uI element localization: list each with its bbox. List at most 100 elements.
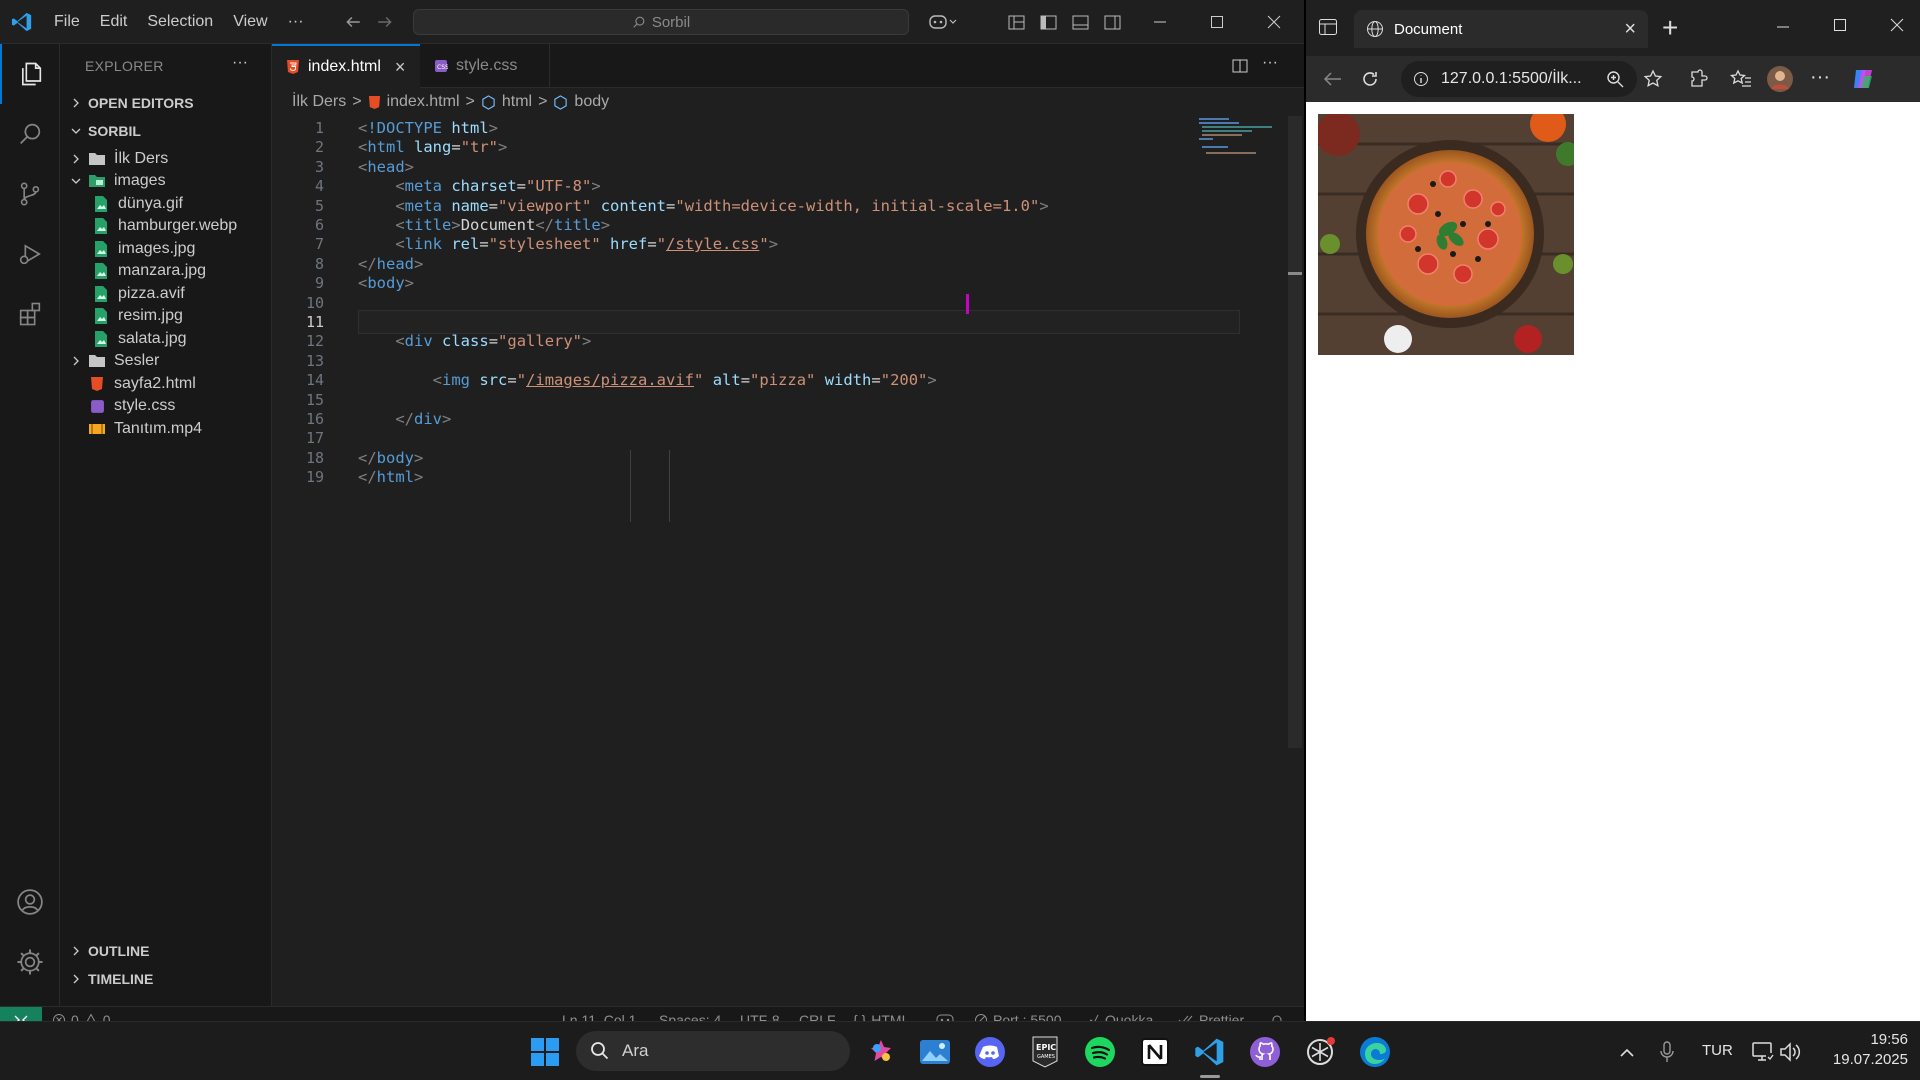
extensions-icon[interactable] (0, 284, 60, 344)
breadcrumb-symbol-html[interactable]: html (502, 93, 532, 111)
volume-icon[interactable] (1772, 1033, 1810, 1071)
command-center-search[interactable]: Sorbil (413, 9, 909, 35)
zoom-in-icon[interactable] (1606, 70, 1624, 88)
address-bar[interactable]: 127.0.0.1:5500/İlk... (1401, 61, 1637, 97)
menu-selection[interactable]: Selection (137, 0, 223, 44)
extensions-puzzle-icon[interactable] (1688, 69, 1708, 89)
start-windows-icon[interactable] (526, 1033, 564, 1071)
browser-tab-close-icon[interactable]: × (1624, 18, 1636, 41)
code-token: > (591, 177, 601, 196)
nav-forward-icon[interactable] (375, 12, 395, 32)
copilot-sidebar-icon[interactable] (1850, 66, 1876, 92)
breadcrumb-symbol-body[interactable]: body (574, 93, 609, 111)
discord-icon[interactable] (971, 1033, 1009, 1071)
live-server-port[interactable]: Port : 5500 (974, 1007, 1062, 1021)
line-number: 15 (305, 390, 324, 409)
code-token: > (600, 216, 611, 234)
timeline-section[interactable]: TIMELINE (60, 965, 272, 992)
language-mode[interactable]: { } HTML (853, 1007, 909, 1021)
profile-avatar[interactable] (1766, 65, 1794, 93)
notion-icon[interactable] (1136, 1033, 1174, 1071)
browser-maximize-icon[interactable] (1833, 18, 1847, 32)
copilot-icon[interactable] (925, 12, 961, 32)
epic-games-icon[interactable]: EPIC GAMES (1026, 1033, 1064, 1071)
prettier-status[interactable]: Prettier (1178, 1007, 1244, 1021)
editor-more-icon[interactable]: ··· (1262, 54, 1278, 72)
menu-view[interactable]: View (223, 0, 277, 44)
github-desktop-icon[interactable] (1246, 1033, 1284, 1071)
encoding[interactable]: UTF-8 (740, 1007, 780, 1021)
edge-icon[interactable] (1356, 1033, 1394, 1071)
open-editors-section[interactable]: OPEN EDITORS (60, 89, 272, 116)
indent-guide (630, 450, 631, 522)
split-editor-icon[interactable] (1232, 58, 1248, 74)
chatgpt-icon[interactable] (1301, 1033, 1339, 1071)
minimize-icon[interactable] (1150, 12, 1170, 32)
code-token: div (404, 332, 433, 351)
code-token: name (451, 196, 489, 215)
vscode-taskbar-icon[interactable] (1191, 1033, 1229, 1071)
workspace-root-section[interactable]: SORBIL (60, 117, 272, 144)
toggle-panel-icon[interactable] (1070, 12, 1090, 32)
microphone-icon[interactable] (1648, 1033, 1686, 1071)
run-debug-icon[interactable] (0, 224, 60, 284)
code-text: <meta charset="UTF-8"> (358, 177, 601, 196)
tab-style-css[interactable]: CSS style.css (420, 44, 550, 88)
search-view-icon[interactable] (0, 104, 60, 164)
show-hidden-icons-icon[interactable] (1608, 1033, 1646, 1071)
taskbar-search[interactable]: Ara (576, 1031, 850, 1071)
tab-close-icon[interactable]: × (395, 57, 406, 78)
clock[interactable]: 19:56 19.07.2025 (1812, 1030, 1908, 1070)
close-window-icon[interactable] (1264, 12, 1284, 32)
remote-indicator[interactable] (0, 1007, 42, 1021)
indentation[interactable]: Spaces: 4 (659, 1007, 721, 1021)
code-token: < (358, 157, 368, 176)
breadcrumb-file[interactable]: index.html (387, 93, 460, 111)
back-arrow-icon[interactable] (1322, 70, 1342, 88)
tree-item-label: dünya.gif (118, 194, 183, 212)
nav-back-icon[interactable] (343, 12, 363, 32)
customize-layout-icon[interactable] (1006, 12, 1026, 32)
keyboard-language[interactable]: TUR (1702, 1042, 1733, 1059)
editor-scrollbar[interactable] (1288, 116, 1302, 748)
browser-close-icon[interactable] (1890, 18, 1904, 32)
favorites-list-icon[interactable] (1730, 69, 1752, 89)
browser-menu-icon[interactable]: ··· (1810, 66, 1830, 89)
quokka-status[interactable]: Quokka (1086, 1007, 1153, 1021)
tab-actions-icon[interactable] (1318, 18, 1338, 36)
notifications-bell-icon[interactable] (1270, 1007, 1284, 1021)
code-token: = (488, 196, 499, 215)
copilot-status-icon[interactable] (936, 1007, 954, 1021)
refresh-icon[interactable] (1360, 69, 1380, 89)
browser-tab-document[interactable]: Document × (1354, 10, 1648, 48)
source-control-icon[interactable] (0, 164, 60, 224)
new-tab-button[interactable]: + (1662, 12, 1678, 44)
menu-more[interactable]: ··· (278, 0, 314, 44)
widgets-icon[interactable] (862, 1033, 900, 1071)
minimap[interactable] (1196, 116, 1286, 176)
breadcrumb-separator: > (538, 93, 548, 110)
breadcrumb-folder[interactable]: İlk Ders (292, 93, 346, 111)
accounts-icon[interactable] (0, 872, 60, 932)
photos-icon[interactable] (916, 1033, 954, 1071)
cursor-position[interactable]: Ln 11, Col 1 (562, 1007, 636, 1021)
problems-indicator[interactable]: 0 0 (52, 1007, 111, 1021)
spotify-icon[interactable] (1081, 1033, 1119, 1071)
browser-minimize-icon[interactable] (1776, 20, 1790, 34)
maximize-icon[interactable] (1207, 12, 1227, 32)
explorer-icon[interactable] (0, 44, 60, 104)
tree-item[interactable]: Tanıtım.mp4 (60, 415, 272, 442)
explorer-more-button[interactable]: ··· (232, 54, 248, 72)
menu-file[interactable]: File (44, 0, 90, 44)
code-token: "viewport" (498, 196, 592, 215)
toggle-sidebar-icon[interactable] (1038, 12, 1058, 32)
line-endings[interactable]: CRLF (799, 1007, 836, 1021)
menu-edit[interactable]: Edit (90, 0, 138, 44)
outline-section[interactable]: OUTLINE (60, 937, 272, 964)
settings-gear-icon[interactable] (0, 932, 60, 992)
toggle-secondary-sidebar-icon[interactable] (1102, 12, 1122, 32)
tab-index-html[interactable]: index.html × (272, 44, 420, 88)
favorite-star-icon[interactable] (1643, 69, 1663, 89)
